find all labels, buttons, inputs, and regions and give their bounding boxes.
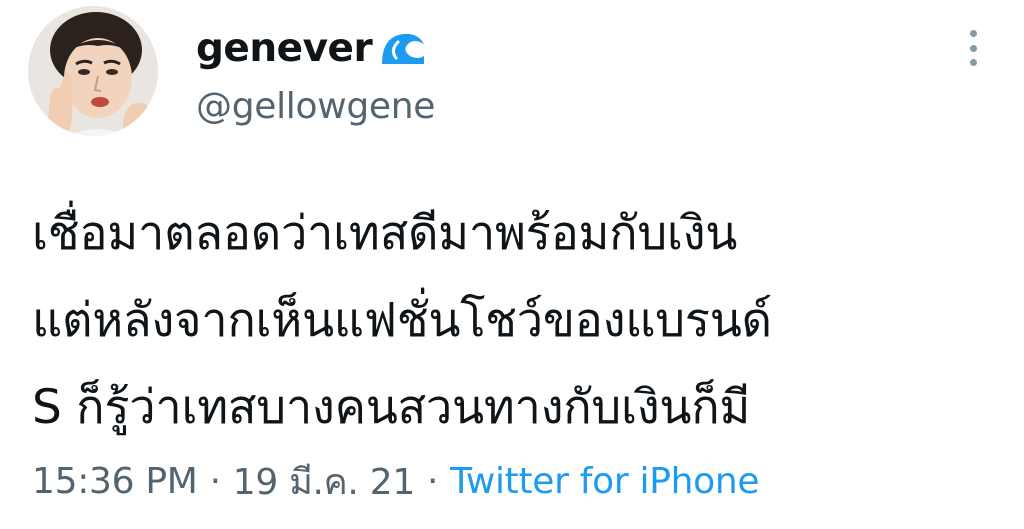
tweet-text-line: S ก็รู้ว่าเทสบางคนสวนทางกับเงินก็มี xyxy=(32,380,751,435)
meta-separator: · xyxy=(426,460,439,502)
meta-separator: · xyxy=(209,460,221,502)
avatar-image xyxy=(28,6,158,136)
tweet-text-line: แต่หลังจากเห็นแฟชั่นโชว์ของแบรนด์ xyxy=(32,293,772,348)
more-dot xyxy=(969,30,977,37)
author-handle[interactable]: @gellowgene xyxy=(196,86,435,127)
wave-icon xyxy=(378,28,428,68)
tweet-time[interactable]: 15:36 PM xyxy=(32,461,198,502)
display-name-text[interactable]: genever xyxy=(196,26,373,71)
avatar[interactable] xyxy=(28,6,158,136)
more-dot xyxy=(969,44,977,52)
tweet-date[interactable]: 19 มี.ค. 21 xyxy=(233,453,416,510)
more-dot xyxy=(969,59,977,66)
tweet-text: เชื่อมาตลอดว่าเทสดีมาพร้อมกับเงิน แต่หลั… xyxy=(32,190,992,451)
tweet-meta: 15:36 PM · 19 มี.ค. 21 · Twitter for iPh… xyxy=(32,458,760,504)
tweet-text-line: เชื่อมาตลอดว่าเทสดีมาพร้อมกับเงิน xyxy=(32,206,738,261)
author-display-name[interactable]: genever xyxy=(196,22,428,74)
tweet-source-link[interactable]: Twitter for iPhone xyxy=(450,461,759,502)
more-vertical-icon[interactable] xyxy=(958,26,988,70)
tweet: genever @gellowgene เชื่อมาตลอดว่าเทสดีม… xyxy=(0,0,1024,529)
